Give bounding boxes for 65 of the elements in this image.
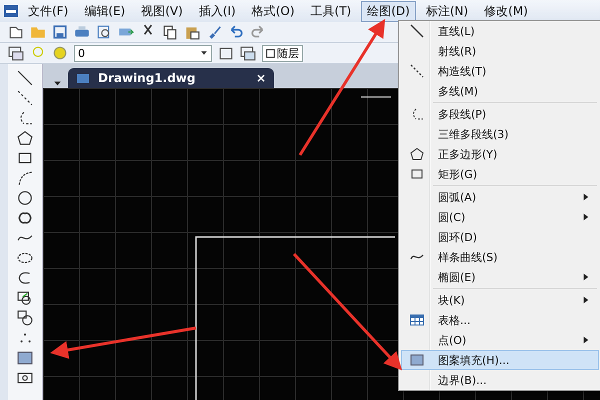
- save-icon[interactable]: [52, 24, 68, 40]
- layer-dropdown[interactable]: 0: [74, 44, 212, 62]
- menu-title[interactable]: 绘图(D): [361, 0, 416, 22]
- menu-title[interactable]: 编辑(E): [78, 0, 132, 22]
- document-tab[interactable]: Drawing1.dwg ×: [68, 68, 274, 88]
- redo-icon[interactable]: [250, 24, 266, 40]
- menu-item[interactable]: 多段线(P): [401, 104, 599, 124]
- hatch-icon[interactable]: [17, 350, 33, 366]
- menu-title[interactable]: 工具(T): [304, 0, 358, 22]
- tab-title: Drawing1.dwg: [98, 71, 196, 85]
- menu-item[interactable]: 射线(R): [401, 41, 599, 61]
- menu-title[interactable]: 文件(F): [22, 0, 74, 22]
- menu-item[interactable]: 表格...: [401, 310, 599, 330]
- table-icon: [408, 313, 426, 327]
- menu-item[interactable]: 椭圆(E): [401, 267, 599, 287]
- menu-title[interactable]: 插入(I): [192, 0, 242, 22]
- menu-item[interactable]: 三维多段线(3): [401, 124, 599, 144]
- menu-title[interactable]: 视图(V): [135, 0, 189, 22]
- insert-block-icon[interactable]: [17, 290, 33, 306]
- arc-icon[interactable]: [17, 170, 33, 186]
- menu-item[interactable]: 样条曲线(S): [401, 247, 599, 267]
- menu-item[interactable]: 圆(C): [401, 207, 599, 227]
- dashed-line-icon[interactable]: [17, 90, 33, 106]
- menu-title[interactable]: 修改(M): [478, 0, 534, 22]
- layer-value: 0: [78, 46, 85, 60]
- rectangle-icon: [410, 167, 424, 181]
- copy-icon[interactable]: [162, 24, 178, 40]
- pentagon-icon[interactable]: [17, 130, 33, 146]
- undo-icon[interactable]: [228, 24, 244, 40]
- menu-item[interactable]: 矩形(G): [401, 164, 599, 184]
- menu-title[interactable]: 标注(N): [420, 0, 474, 22]
- new-file-icon[interactable]: [8, 24, 24, 40]
- menu-item[interactable]: 正多边形(Y): [401, 144, 599, 164]
- dropdown-caret-icon: [200, 49, 208, 57]
- close-button[interactable]: ×: [256, 71, 266, 85]
- ellipse-icon[interactable]: [17, 250, 33, 266]
- dashed-line-icon: [410, 64, 424, 78]
- menu-item[interactable]: 图案填充(H)...: [401, 350, 599, 370]
- menu-title[interactable]: 格式(O): [246, 0, 301, 22]
- line-icon[interactable]: [17, 70, 33, 86]
- layer-manager-icon[interactable]: [8, 45, 24, 61]
- make-block-icon[interactable]: [17, 310, 33, 326]
- print-preview-icon[interactable]: [96, 24, 112, 40]
- square-icon: [266, 48, 275, 58]
- file-icon: [76, 71, 90, 85]
- menu-item[interactable]: 多线(M): [401, 81, 599, 101]
- layer-state-icon[interactable]: [218, 45, 234, 61]
- cloud-icon[interactable]: [17, 210, 33, 226]
- polyline-icon: [410, 107, 424, 121]
- rectangle-icon[interactable]: [17, 150, 33, 166]
- hatch-icon: [408, 353, 426, 367]
- layer-previous-icon[interactable]: [240, 45, 256, 61]
- app-logo-icon: [4, 4, 18, 18]
- menu-item[interactable]: 直线(L): [401, 21, 599, 41]
- line-icon: [410, 24, 424, 38]
- menu-item[interactable]: 圆弧(A): [401, 187, 599, 207]
- circle-icon[interactable]: [17, 190, 33, 206]
- menu-item[interactable]: 圆环(D): [401, 227, 599, 247]
- menu-item[interactable]: 块(K): [401, 290, 599, 310]
- pentagon-icon: [410, 147, 424, 161]
- menu-item[interactable]: 点(O): [401, 330, 599, 350]
- linetype-dropdown[interactable]: 随层: [262, 44, 303, 62]
- region-icon[interactable]: [17, 370, 33, 386]
- menu-item[interactable]: 构造线(T): [401, 61, 599, 81]
- menu-item[interactable]: 边界(B)...: [401, 370, 599, 390]
